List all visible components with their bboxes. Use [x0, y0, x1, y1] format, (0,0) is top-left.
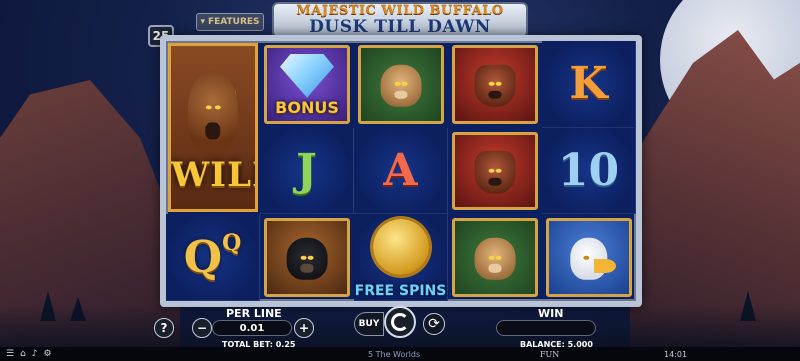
symbol-cougar-cubs	[358, 45, 444, 124]
wolf-icon	[461, 141, 529, 202]
symbol-k: K	[542, 41, 636, 128]
symbol-q: QQ	[166, 214, 260, 301]
symbol-ten: 10	[542, 127, 636, 215]
symbol-j: J	[260, 127, 354, 215]
features-label: FEATURES	[207, 17, 260, 27]
per-line-label: PER LINE	[226, 307, 282, 320]
paytable-icon[interactable]: ⚙	[44, 349, 52, 359]
symbol-free-spins: FREE SPINS	[354, 214, 448, 301]
symbol-cougar	[452, 218, 538, 297]
symbol-bear	[264, 218, 350, 297]
symbol-bison-wild: WILD	[168, 43, 258, 213]
cougar-icon	[367, 54, 435, 115]
symbol-eagle	[546, 218, 632, 297]
spin-button[interactable]	[384, 306, 416, 338]
title-line-1: MAJESTIC WILD BUFFALO	[296, 3, 504, 18]
sound-icon[interactable]: ♪	[32, 349, 38, 359]
game-title: MAJESTIC WILD BUFFALO DUSK TILL DAWN	[272, 2, 528, 38]
letter-ten: 10	[557, 144, 620, 196]
brand-logo: 5 The Worlds	[368, 349, 421, 359]
home-icon[interactable]: ⌂	[20, 349, 26, 359]
per-line-value: 0.01	[212, 320, 292, 336]
letter-q: Q	[183, 231, 223, 283]
symbol-wolf	[452, 45, 538, 124]
title-line-2: DUSK TILL DAWN	[309, 17, 491, 37]
help-button[interactable]: ?	[154, 318, 174, 338]
letter-k: K	[569, 58, 608, 110]
cougar-icon	[461, 227, 529, 288]
diamond-icon	[280, 53, 334, 98]
symbol-wolf-pack	[452, 131, 538, 211]
reels-frame: WILD BONUS K	[160, 35, 642, 307]
symbol-bonus: BONUS	[264, 45, 350, 124]
letter-q-small: Q	[222, 230, 242, 257]
menu-icon[interactable]: ☰	[6, 349, 14, 359]
letter-a: A	[383, 144, 418, 196]
wolf-icon	[461, 54, 529, 115]
free-spins-label: FREE SPINS	[354, 282, 447, 299]
win-value	[496, 320, 596, 336]
buy-button[interactable]: BUY	[354, 312, 384, 336]
mode-label: FUN	[540, 349, 560, 359]
wild-label: WILD	[171, 155, 255, 196]
win-label: WIN	[538, 307, 564, 320]
eagle-emblem-icon	[372, 218, 429, 275]
features-button[interactable]: ▾ FEATURES	[196, 13, 264, 31]
spin-icon	[391, 313, 409, 331]
bonus-label: BONUS	[275, 97, 339, 117]
arrow-down-icon: ▾	[200, 17, 205, 27]
game-stage: 25 ▾ FEATURES MAJESTIC WILD BUFFALO DUSK…	[0, 0, 800, 361]
bear-icon	[273, 227, 341, 288]
letter-j: J	[296, 144, 317, 196]
increase-bet-button[interactable]: +	[294, 318, 314, 338]
footer-bar: ☰ ⌂ ♪ ⚙ 5 The Worlds FUN 14:01	[0, 347, 800, 361]
clock: 14:01	[664, 349, 688, 359]
decrease-bet-button[interactable]: −	[192, 318, 212, 338]
autoplay-icon: ⟳	[428, 316, 440, 332]
eagle-icon	[555, 227, 623, 288]
reel-grid: WILD BONUS K	[166, 41, 636, 301]
autoplay-button[interactable]: ⟳	[423, 313, 445, 335]
symbol-a: A	[354, 127, 448, 215]
